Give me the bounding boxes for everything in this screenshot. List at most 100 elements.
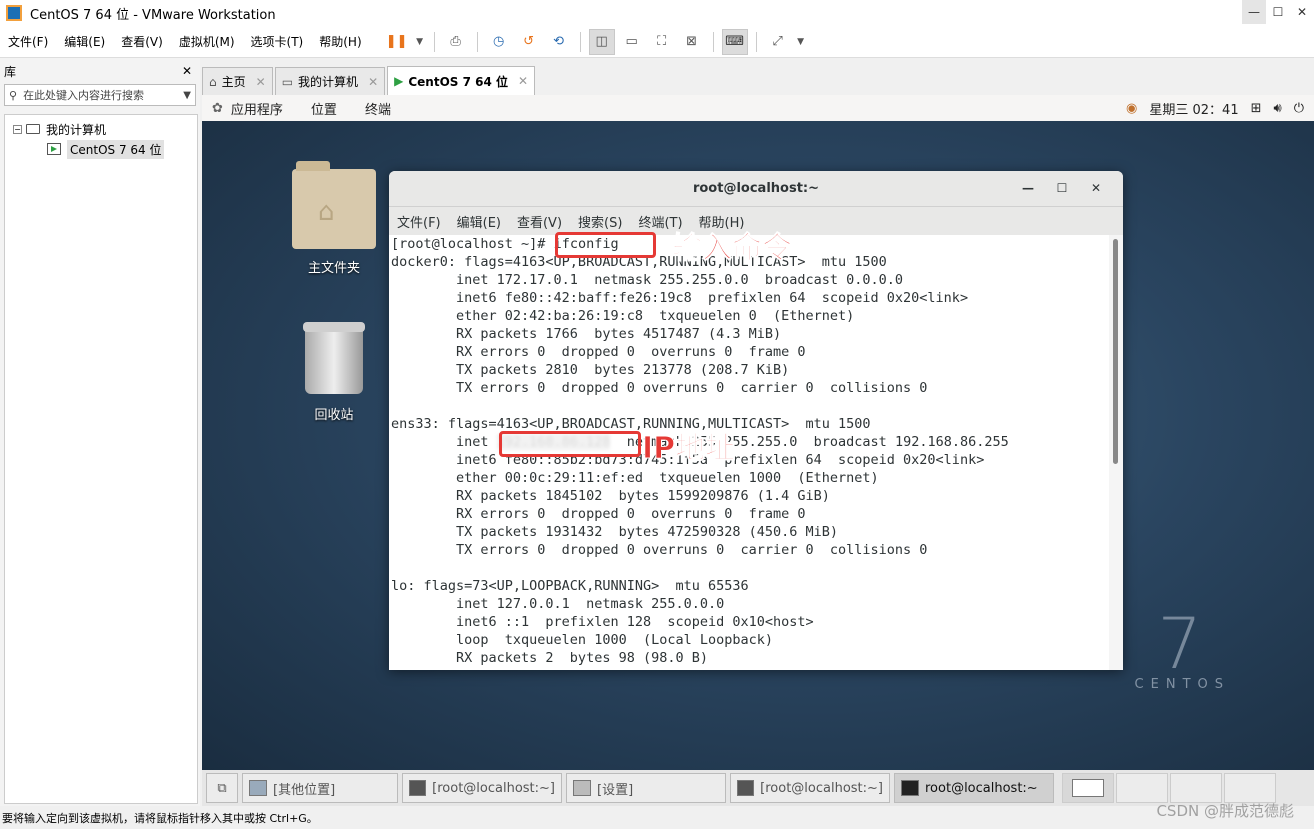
desktop-icon-label: 回收站 (314, 408, 354, 423)
tab-my-computer[interactable]: ▭ 我的计算机 ✕ (274, 67, 386, 95)
desktop-icon-label: 主文件夹 (307, 261, 360, 276)
taskbar-item-terminal-2[interactable]: [root@localhost:~] (730, 773, 890, 803)
toolbar: ❚❚ ▼ ⎙ ◷ ↺ ⟲ ◫ ▭ ⛶ ⊠ ⌨ ⤢ ▼ (382, 28, 809, 55)
workspace-1[interactable] (1062, 773, 1114, 803)
menu-vm[interactable]: 虚拟机(M) (171, 33, 243, 50)
tree-item-my-computer[interactable]: − 我的计算机 (5, 119, 197, 139)
revert-snapshot-icon[interactable]: ↺ (516, 29, 542, 55)
show-library-icon[interactable]: ◫ (588, 28, 615, 55)
minimize-icon[interactable]: — (1011, 181, 1045, 195)
volume-icon[interactable]: 🔊︎ (1274, 101, 1282, 116)
tab-centos[interactable]: ▶ CentOS 7 64 位 ✕ (387, 66, 536, 95)
vm-running-icon (47, 143, 61, 155)
menu-view[interactable]: 查看(V) (113, 33, 171, 50)
maximize-icon[interactable]: ☐ (1266, 0, 1290, 24)
menu-help[interactable]: 帮助(H) (311, 33, 369, 50)
menubar: 文件(F) 编辑(E) 查看(V) 虚拟机(M) 选项卡(T) 帮助(H) ❚❚… (0, 26, 1314, 58)
tab-label: CentOS 7 64 位 (408, 74, 509, 89)
terminal-line: ether 02:42:ba:26:19:c8 txqueuelen 0 (Et… (391, 308, 855, 324)
snapshot-manager-icon[interactable]: ⟲ (546, 29, 572, 55)
menu-edit[interactable]: 编辑(E) (56, 33, 113, 50)
folder-icon: ⌂ (292, 161, 376, 249)
home-icon: ⌂ (209, 74, 217, 89)
chevron-down-icon[interactable]: ▼ (183, 90, 191, 101)
terminal-output[interactable]: [root@localhost ~]# ifconfig docker0: fla… (389, 235, 1109, 670)
scrollbar-thumb[interactable] (1113, 239, 1118, 464)
pause-icon[interactable]: ❚❚ (384, 29, 410, 55)
unity-icon[interactable]: ⊠ (679, 29, 705, 55)
stretch-icon[interactable]: ⤢ (765, 29, 791, 55)
window-controls: — ☐ ✕ (1242, 0, 1314, 24)
close-icon[interactable]: ✕ (1290, 0, 1314, 24)
taskbar-item-other-locations[interactable]: [其他位置] (242, 773, 398, 803)
send-keys-icon[interactable]: ⎙ (443, 29, 469, 55)
gnome-menu-terminal[interactable]: 终端 (365, 99, 391, 118)
menu-file[interactable]: 文件(F) (0, 33, 56, 50)
terminal-line: RX errors 0 dropped 0 overruns 0 frame 0 (391, 344, 806, 360)
snapshot-icon[interactable]: ◷ (486, 29, 512, 55)
taskbar-item-terminal-1[interactable]: [root@localhost:~] (402, 773, 562, 803)
terminal-line: inet 172.17.0.1 netmask 255.255.0.0 broa… (391, 272, 904, 288)
maximize-icon[interactable]: ☐ (1045, 181, 1079, 195)
computer-icon (26, 124, 40, 134)
close-library-icon[interactable]: ✕ (182, 64, 192, 78)
toolbar-separator (712, 31, 714, 52)
close-icon[interactable]: ✕ (1079, 181, 1113, 195)
tree-item-label: CentOS 7 64 位 (67, 139, 165, 159)
tab-home[interactable]: ⌂ 主页 ✕ (202, 67, 273, 95)
library-panel: 库 ✕ ⚲ 在此处键入内容进行搜索 ▼ − 我的计算机 CentOS 7 64 … (0, 58, 200, 806)
workspace-3[interactable] (1170, 773, 1222, 803)
fullscreen-icon[interactable]: ⛶ (649, 29, 675, 55)
collapse-icon[interactable]: − (13, 124, 22, 134)
terminal-menu-file[interactable]: 文件(F) (397, 212, 441, 231)
terminal-menu-edit[interactable]: 编辑(E) (457, 212, 501, 231)
power-icon[interactable]: ⏻ (1294, 101, 1304, 116)
terminal-line: inet6 ::1 prefixlen 128 scopeid 0x10<hos… (391, 614, 814, 630)
workspace-2[interactable] (1116, 773, 1168, 803)
watermark: CSDN @胖成范德彪 (1156, 802, 1294, 820)
terminal-scrollbar[interactable] (1109, 235, 1123, 670)
close-icon[interactable]: ✕ (518, 74, 528, 88)
library-title: 库 (4, 64, 17, 79)
workspace-4[interactable] (1224, 773, 1276, 803)
terminal-icon (409, 780, 427, 796)
taskbar-item-terminal-active[interactable]: root@localhost:~ (894, 773, 1054, 803)
guest-status-area: ◉ 星期三 02：41 ⊞ 🔊︎ ⏻ (1114, 99, 1304, 118)
tree-item-label: 我的计算机 (46, 122, 107, 137)
guest-clock[interactable]: 星期三 02：41 (1149, 99, 1238, 118)
taskbar-item-label: root@localhost:~ (925, 780, 1038, 796)
terminal-line: inet 127.0.0.1 netmask 255.0.0.0 (391, 596, 725, 612)
gnome-menu-places[interactable]: 位置 (311, 99, 337, 118)
library-header: 库 ✕ (0, 58, 200, 84)
window-titlebar: CentOS 7 64 位 - VMware Workstation — ☐ ✕ (0, 0, 1314, 26)
gnome-menu-applications[interactable]: 应用程序 (231, 99, 283, 118)
close-icon[interactable]: ✕ (368, 75, 378, 89)
terminal-title: root@localhost:~ (692, 181, 820, 196)
minimize-icon[interactable]: — (1242, 0, 1266, 24)
terminal-menu-search[interactable]: 搜索(S) (578, 212, 622, 231)
network-icon[interactable]: ⊞ (1251, 101, 1262, 116)
dropdown-arrow-icon[interactable]: ▼ (414, 29, 426, 55)
taskbar-item-label: [root@localhost:~] (760, 780, 883, 796)
terminal-line: RX errors 0 dropped 0 overruns 0 frame 0 (391, 506, 806, 522)
terminal-line: loop txqueuelen 1000 (Local Loopback) (391, 632, 774, 648)
taskbar-item-settings[interactable]: [设置] (566, 773, 726, 803)
console-icon[interactable]: ⌨ (721, 28, 748, 55)
dropdown-arrow-icon[interactable]: ▼ (795, 29, 807, 55)
terminal-line: RX packets 2 bytes 98 (98.0 B) (391, 650, 708, 666)
taskbar-item-label: [其他位置] (273, 782, 336, 798)
tree-item-centos[interactable]: CentOS 7 64 位 (5, 139, 197, 159)
show-desktop-button[interactable]: ⧉ (206, 773, 238, 803)
ip-highlight-box (499, 431, 641, 457)
library-search-input[interactable]: ⚲ 在此处键入内容进行搜索 ▼ (4, 84, 196, 106)
close-icon[interactable]: ✕ (256, 75, 266, 89)
desktop-trash[interactable]: 回收站 (302, 322, 366, 423)
thumbnail-bar-icon[interactable]: ▭ (619, 29, 645, 55)
desktop-home-folder[interactable]: ⌂ 主文件夹 (292, 161, 376, 276)
user-avatar-icon[interactable]: ◉ (1126, 101, 1137, 116)
library-tree: − 我的计算机 CentOS 7 64 位 (4, 114, 198, 804)
terminal-menu-view[interactable]: 查看(V) (517, 212, 562, 231)
menu-tabs[interactable]: 选项卡(T) (243, 33, 312, 50)
guest-top-bar: ✿ 应用程序 位置 终端 ◉ 星期三 02：41 ⊞ 🔊︎ ⏻ (202, 95, 1314, 121)
